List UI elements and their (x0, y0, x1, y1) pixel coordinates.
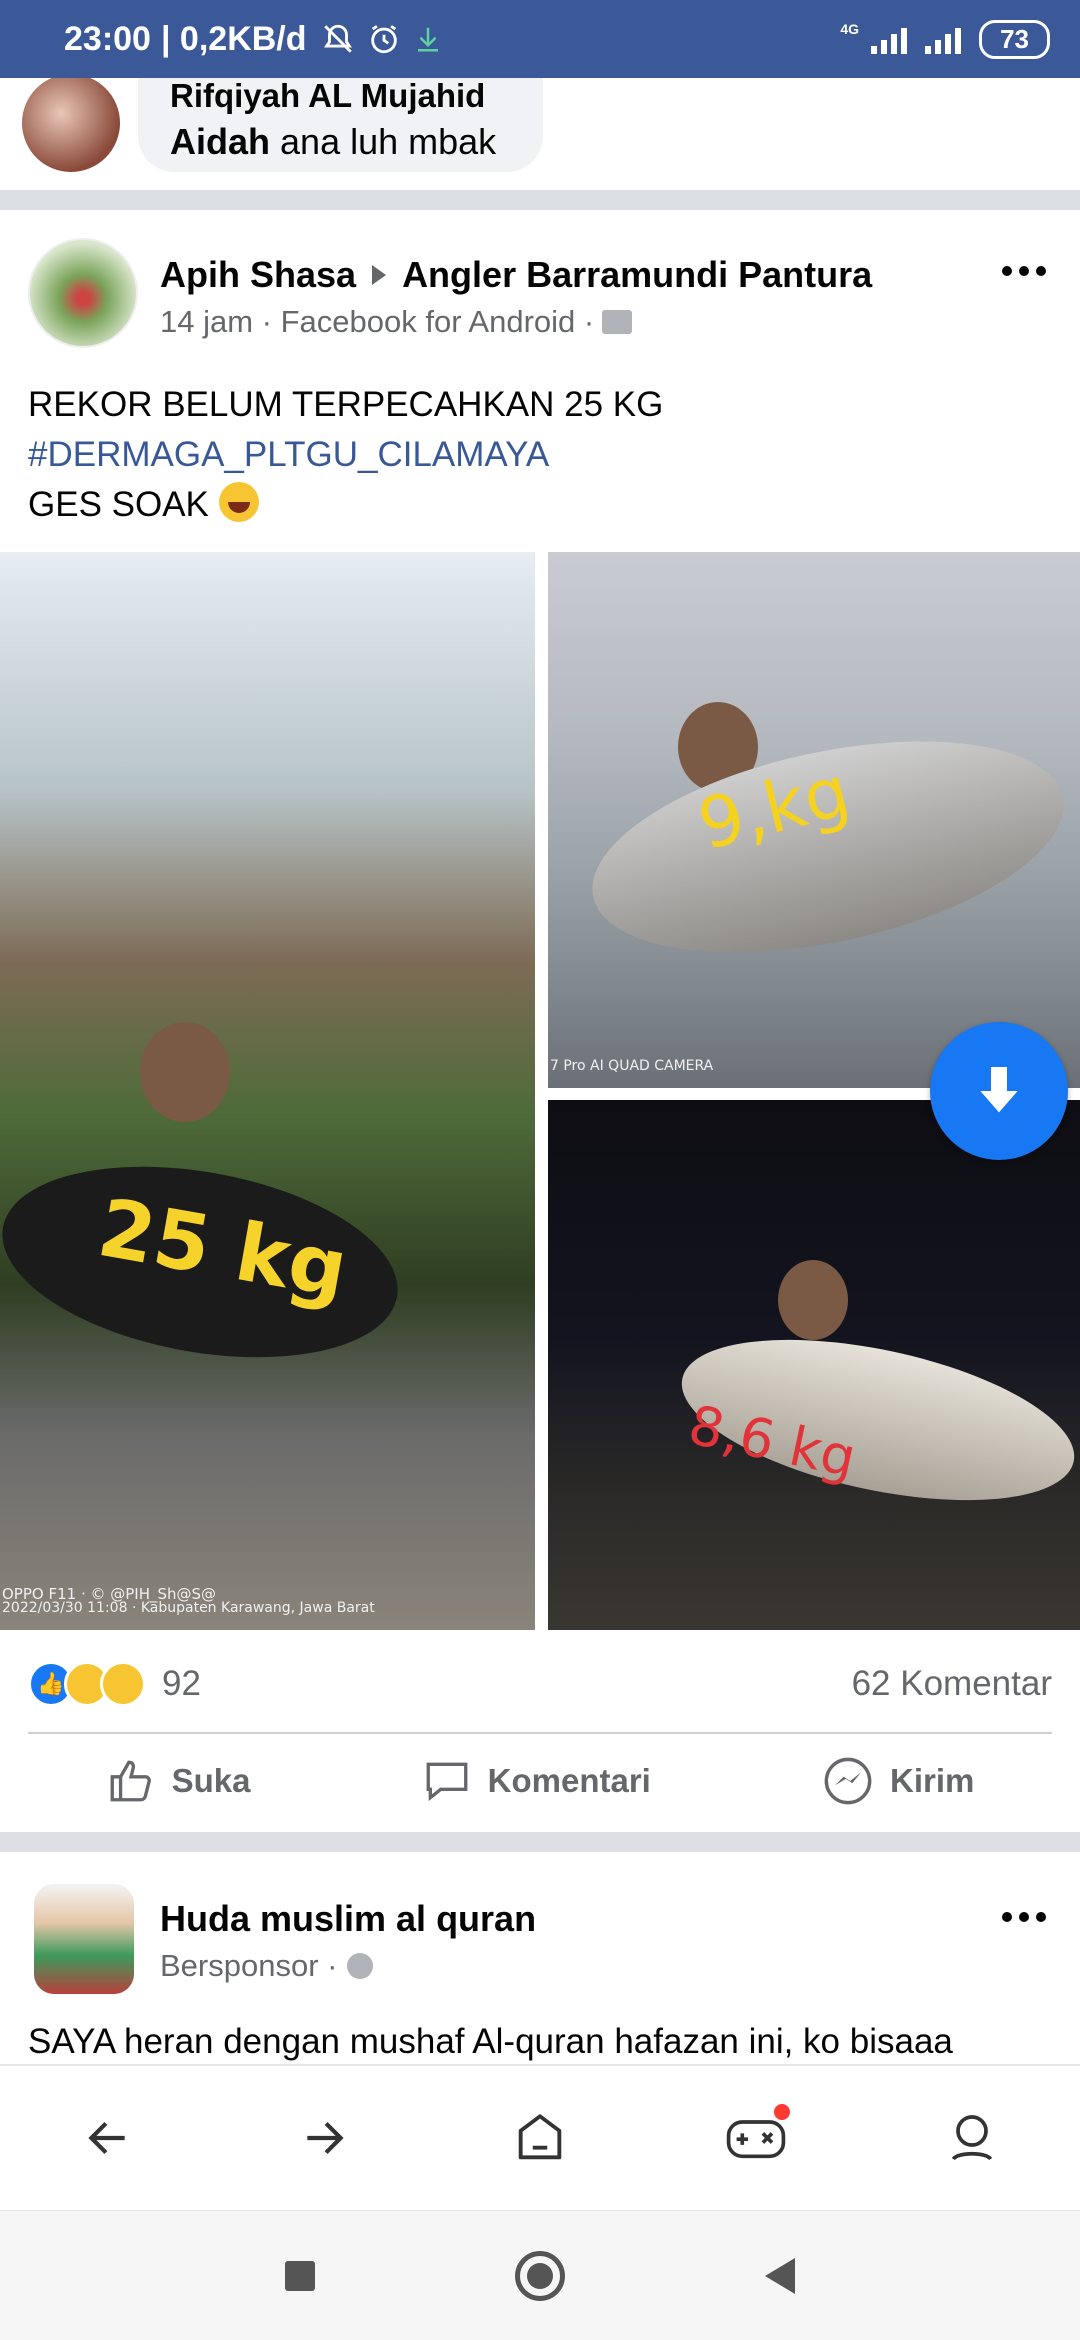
sponsor-meta: Bersponsor · (160, 1948, 374, 1984)
sponsored-label: Bersponsor · (160, 1948, 338, 1983)
download-status-icon (417, 27, 438, 52)
back-button[interactable] (68, 2098, 148, 2178)
comment-label: Komentari (487, 1762, 651, 1799)
post-text: REKOR BELUM TERPECAHKAN 25 KG #DERMAGA_P… (28, 380, 663, 530)
alarm-icon (370, 25, 397, 54)
like-button[interactable]: Suka (106, 1756, 251, 1806)
battery-indicator: 73 (979, 19, 1050, 59)
thumbs-up-icon (110, 1760, 151, 1802)
caret-right-icon (372, 265, 387, 285)
browser-toolbar (0, 2064, 1080, 2210)
signal-icon-2 (925, 24, 962, 54)
notification-dot-icon (774, 2104, 790, 2120)
photo-8-6kg[interactable]: 8,6 kg (548, 1100, 1080, 1630)
comment-button[interactable]: Komentari (422, 1756, 651, 1806)
messenger-icon (824, 1757, 872, 1805)
home-button[interactable] (500, 2098, 580, 2178)
group-name[interactable]: Angler Barramundi Pantura (402, 254, 872, 296)
group-audience-icon (602, 310, 633, 334)
photo-9kg[interactable]: 9,kg 7 Pro AI QUAD CAMERA (548, 552, 1080, 1088)
post-title: Apih Shasa Angler Barramundi Pantura (160, 254, 872, 296)
reaction-icons[interactable]: 👍 (28, 1661, 146, 1707)
comment-bubble-icon (426, 1762, 468, 1802)
comment-bubble[interactable]: Rifqiyah AL Mujahid Aidah ana luh mbak (138, 78, 543, 172)
hashtag-link[interactable]: #DERMAGA_PLTGU_CILAMAYA (28, 430, 663, 480)
photo-25kg[interactable]: 25 kg OPPO F11 · © @PIH_Sh@S@ 2022/03/30… (0, 552, 535, 1630)
comment-body: ana luh mbak (280, 121, 497, 162)
mute-notification-icon (323, 24, 352, 53)
globe-icon (347, 1953, 374, 1979)
more-options-button[interactable] (1002, 266, 1046, 276)
status-right: 4G 73 (840, 19, 1050, 59)
reaction-count[interactable]: 92 (162, 1664, 201, 1704)
profile-button[interactable] (932, 2098, 1012, 2178)
profile-icon (951, 2115, 993, 2161)
comment-text: Aidah ana luh mbak (170, 120, 511, 164)
laughing-emoji-icon (218, 482, 259, 522)
fish-shape (573, 704, 1080, 990)
comment-snippet: Rifqiyah AL Mujahid Aidah ana luh mbak (0, 78, 1080, 190)
post-actions: Suka Komentari Kirim (0, 1748, 1080, 1814)
games-button[interactable] (716, 2098, 796, 2178)
back-system-button[interactable] (765, 2257, 795, 2294)
feed-divider (0, 190, 1080, 210)
photo-watermark: 7 Pro AI QUAD CAMERA (550, 1058, 714, 1074)
status-time: 23:00 (64, 19, 151, 58)
signal-icon-1 (871, 24, 908, 54)
recents-button[interactable] (285, 2260, 315, 2291)
post-text-line: GES SOAK (28, 480, 663, 530)
post-meta: 14 jam · Facebook for Android · (160, 304, 633, 340)
commenter-name[interactable]: Rifqiyah AL Mujahid (170, 78, 511, 114)
arrow-left-icon (88, 2121, 125, 2155)
send-label: Kirim (890, 1762, 975, 1799)
home-system-button[interactable] (515, 2250, 565, 2301)
arrow-down-icon (980, 1067, 1018, 1113)
photo-location: 2022/03/30 11:08 · Kabupaten Karawang, J… (2, 1600, 375, 1616)
like-label: Suka (171, 1762, 251, 1799)
post-timestamp[interactable]: 14 jam · Facebook for Android · (160, 304, 594, 340)
photo-grid: 25 kg OPPO F11 · © @PIH_Sh@S@ 2022/03/30… (0, 552, 1080, 1632)
more-options-button[interactable] (1002, 1912, 1046, 1922)
wow-reaction-icon (100, 1661, 146, 1707)
author-avatar[interactable] (28, 238, 138, 348)
comment-count[interactable]: 62 Komentar (852, 1664, 1052, 1704)
reactions-bar: 👍 92 62 Komentar (28, 1656, 1052, 1712)
post-header: Apih Shasa Angler Barramundi Pantura 14 … (0, 236, 1080, 356)
person-figure (778, 1260, 848, 1340)
comment-mention[interactable]: Aidah (170, 121, 270, 162)
commenter-avatar[interactable] (22, 78, 120, 172)
sponsor-avatar[interactable] (34, 1884, 134, 1994)
network-type: 4G (840, 21, 860, 37)
post-text-line: REKOR BELUM TERPECAHKAN 25 KG (28, 385, 664, 424)
sponsored-post-header: Huda muslim al quran Bersponsor · (0, 1884, 1080, 2004)
system-navigation-bar (0, 2210, 1080, 2340)
action-divider (28, 1732, 1052, 1734)
send-button[interactable]: Kirim (822, 1755, 974, 1807)
forward-button[interactable] (284, 2098, 364, 2178)
sponsored-post-text: SAYA heran dengan mushaf Al-quran hafaza… (28, 2022, 953, 2061)
sponsor-name[interactable]: Huda muslim al quran (160, 1898, 536, 1940)
feed-divider (0, 1832, 1080, 1852)
download-button[interactable] (930, 1022, 1068, 1160)
person-figure (140, 1022, 230, 1122)
status-icons (321, 22, 443, 56)
arrow-right-icon (307, 2121, 344, 2155)
network-speed: | 0,2KB/d (160, 19, 307, 58)
author-name[interactable]: Apih Shasa (160, 254, 356, 296)
status-bar: 23:00 | 0,2KB/d 4G 73 (0, 0, 1080, 78)
home-icon (518, 2114, 562, 2160)
